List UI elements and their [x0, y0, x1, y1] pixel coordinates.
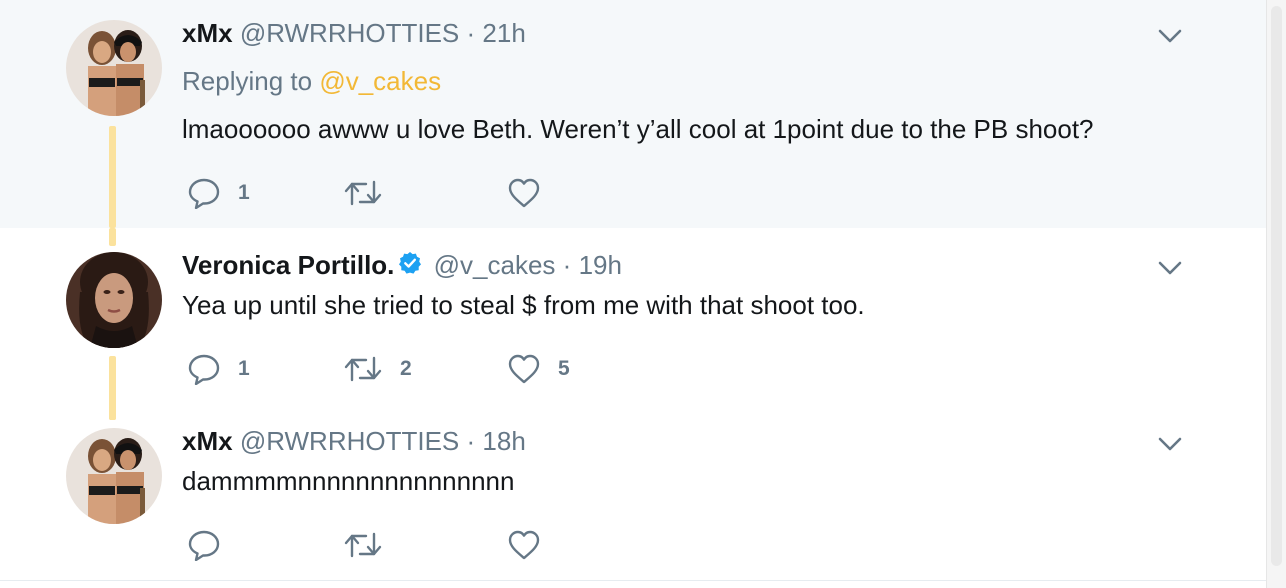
chevron-down-icon[interactable]	[1156, 258, 1184, 278]
timestamp[interactable]: 18h	[482, 426, 525, 456]
thread-connector	[109, 406, 116, 420]
retweet-icon	[344, 532, 382, 558]
retweet-button[interactable]	[344, 176, 400, 210]
conversation-thread: xMx @RWRRHOTTIES · 21h Replying to @v_ca…	[0, 0, 1266, 588]
replying-to: Replying to @v_cakes	[182, 66, 441, 96]
reply-icon	[188, 530, 220, 561]
tweet[interactable]: Veronica Portillo. @v_cakes · 19h Yea up…	[0, 228, 1266, 420]
chevron-down-icon[interactable]	[1156, 434, 1184, 454]
like-count: 5	[558, 357, 570, 380]
tweet-text: Yea up until she tried to steal $ from m…	[182, 290, 865, 320]
like-icon	[508, 354, 540, 384]
timestamp[interactable]: 19h	[579, 250, 622, 280]
reply-button[interactable]	[188, 528, 238, 562]
avatar[interactable]	[66, 252, 162, 348]
handle[interactable]: @RWRRHOTTIES	[240, 18, 459, 48]
reply-button[interactable]: 1	[188, 176, 250, 210]
like-button[interactable]	[508, 528, 558, 562]
retweet-icon	[344, 356, 382, 382]
thread-connector	[109, 126, 116, 228]
tweet-text: dammmmnnnnnnnnnnnnnnn	[182, 466, 515, 496]
divider	[0, 580, 1266, 581]
replying-to-label: Replying to	[182, 66, 313, 96]
tweet-header: xMx @RWRRHOTTIES · 21h	[182, 18, 526, 48]
tweet[interactable]: xMx @RWRRHOTTIES · 21h Replying to @v_ca…	[0, 0, 1266, 228]
display-name[interactable]: xMx	[182, 426, 233, 456]
separator: ·	[562, 250, 572, 280]
retweet-button[interactable]: 2	[344, 352, 412, 386]
avatar[interactable]	[66, 428, 162, 524]
handle[interactable]: @v_cakes	[434, 250, 556, 280]
like-button[interactable]: 5	[508, 352, 570, 386]
avatar[interactable]	[66, 20, 162, 116]
tweet-header: Veronica Portillo. @v_cakes · 19h	[182, 250, 622, 280]
chevron-down-icon[interactable]	[1156, 26, 1184, 46]
thread-connector	[109, 228, 116, 246]
separator: ·	[466, 426, 476, 456]
retweet-button[interactable]	[344, 528, 400, 562]
reply-count: 1	[238, 181, 250, 204]
like-icon	[508, 178, 540, 208]
handle[interactable]: @RWRRHOTTIES	[240, 426, 459, 456]
reply-button[interactable]: 1	[188, 352, 250, 386]
tweet-text: lmaoooooo awww u love Beth. Weren’t y’al…	[182, 114, 1094, 144]
reply-icon	[188, 178, 220, 209]
reply-icon	[188, 354, 220, 385]
mention-link[interactable]: @v_cakes	[319, 66, 441, 96]
timestamp[interactable]: 21h	[482, 18, 525, 48]
retweet-icon	[344, 180, 382, 206]
scrollbar-thumb[interactable]	[1271, 6, 1282, 566]
verified-badge-icon	[399, 252, 422, 274]
display-name[interactable]: Veronica Portillo.	[182, 250, 394, 280]
tweet[interactable]: xMx @RWRRHOTTIES · 18h dammmmnnnnnnnnnnn…	[0, 406, 1266, 580]
display-name[interactable]: xMx	[182, 18, 233, 48]
scrollbar[interactable]	[1266, 0, 1286, 588]
tweet-header: xMx @RWRRHOTTIES · 18h	[182, 426, 526, 456]
like-button[interactable]	[508, 176, 558, 210]
separator: ·	[466, 18, 476, 48]
like-icon	[508, 530, 540, 560]
reply-count: 1	[238, 357, 250, 380]
retweet-count: 2	[400, 357, 412, 380]
